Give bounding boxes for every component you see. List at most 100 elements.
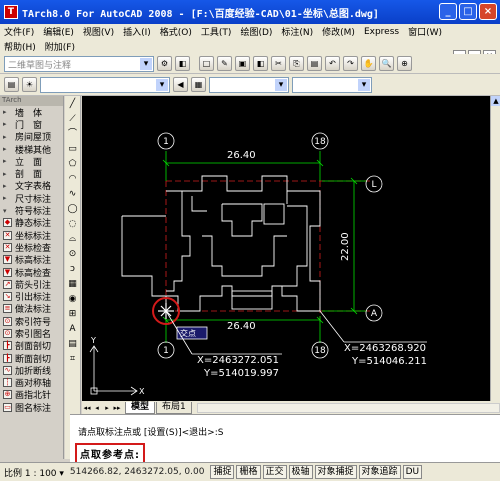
tarch-menu-item[interactable]: ▼ 标高检查 — [0, 266, 63, 279]
tarch-menu-item[interactable]: ⊕ 画指北针 — [0, 389, 63, 401]
status-toggle-button[interactable]: 捕捉 — [210, 465, 235, 479]
draw-tool-icon[interactable]: ▭ — [66, 143, 79, 156]
tarch-menu-item[interactable]: ┆ 画对称轴 — [0, 377, 63, 389]
toolbar-tool-icon[interactable]: ▣ — [235, 56, 250, 71]
menu-item[interactable]: Express — [364, 27, 399, 37]
toolbar-tool-icon[interactable]: ✋ — [361, 56, 376, 71]
toolbar-tool-icon[interactable]: □ — [199, 56, 214, 71]
tarch-menu-item[interactable]: ▸ 尺寸标注 — [0, 192, 63, 205]
tarch-menu-item[interactable]: ↗ 箭头引注 — [0, 278, 63, 291]
draw-tool-icon[interactable]: ╱ — [66, 98, 79, 111]
workspace-combo[interactable]: 二维草图与注释 — [4, 55, 154, 72]
layer-prev-icon[interactable]: ◀ — [173, 77, 188, 92]
gear-icon[interactable]: ⚙ — [157, 56, 172, 71]
layer-combo[interactable] — [40, 76, 170, 93]
tarch-menu-item[interactable]: ▸ 门 窗 — [0, 118, 63, 131]
tarch-menu-item[interactable]: ◆ 静态标注 — [0, 217, 63, 229]
menu-item[interactable]: 帮助(H) — [4, 40, 36, 53]
tab-nav-icon[interactable]: ▸ — [102, 403, 112, 413]
scale-selector[interactable]: 比例 1 : 100 ▾ — [4, 466, 64, 479]
draw-tool-icon[interactable]: ∿ — [66, 188, 79, 201]
menu-item[interactable]: 窗口(W) — [408, 25, 442, 38]
draw-tool-icon[interactable]: ⬠ — [66, 158, 79, 171]
draw-tool-icon[interactable]: ɔ — [66, 263, 79, 276]
menu-item[interactable]: 附加(F) — [45, 40, 75, 53]
draw-tool-icon[interactable]: ◠ — [66, 173, 79, 186]
tarch-menu-item[interactable]: ⊙ 索引符号 — [0, 315, 63, 328]
draw-tool-icon[interactable]: ⊞ — [66, 308, 79, 321]
tarch-menu-item[interactable]: ▼ 标高标注 — [0, 254, 63, 266]
scroll-up-icon[interactable]: ▲ — [491, 96, 500, 106]
menu-item[interactable]: 工具(T) — [201, 25, 232, 38]
toolbar-tool-icon[interactable]: ↶ — [325, 56, 340, 71]
tarch-menu-item[interactable]: ▸ 文字表格 — [0, 180, 63, 193]
tarch-menu-item[interactable]: ▾ 符号标注 — [0, 204, 63, 218]
tarch-menu-item[interactable]: ⊙ 索引图名 — [0, 327, 63, 340]
menu-item[interactable]: 视图(V) — [83, 25, 114, 38]
tab-nav-icon[interactable]: ◂◂ — [82, 403, 92, 413]
draw-tool-icon[interactable]: ◉ — [66, 293, 79, 306]
command-prompt[interactable]: 点取参考点: — [75, 443, 145, 464]
toolbar-tool-icon[interactable]: ⊕ — [397, 56, 412, 71]
menu-item[interactable]: 修改(M) — [322, 25, 355, 38]
tarch-menu-item[interactable]: ┣ 剖面剖切 — [0, 340, 63, 352]
tarch-menu-item[interactable]: ▸ 墙 体 — [0, 106, 63, 119]
status-toggle-button[interactable]: DU — [402, 465, 423, 479]
tarch-menu-item[interactable]: ≡ 做法标注 — [0, 303, 63, 315]
draw-tool-icon[interactable]: ▤ — [66, 338, 79, 351]
menu-item[interactable]: 标注(N) — [281, 25, 313, 38]
layout-tab[interactable]: 布局1 — [156, 401, 192, 414]
menu-item[interactable]: 绘图(D) — [240, 25, 272, 38]
drawing-canvas[interactable]: 1 18 1 18 L A 26.40 26.40 22.00 交点 X=246… — [82, 96, 490, 401]
status-toggle-button[interactable]: 对象捕捉 — [314, 465, 357, 479]
toolbar-tool-icon[interactable]: 🔍 — [379, 56, 394, 71]
tarch-menu-item[interactable]: ▭ 图名标注 — [0, 401, 63, 414]
status-toggle-button[interactable]: 正交 — [262, 465, 287, 479]
maximize-button[interactable]: □ — [459, 3, 477, 20]
bulb-icon[interactable]: ☀ — [22, 77, 37, 92]
draw-tool-icon[interactable]: ⟋ — [66, 113, 79, 126]
tarch-menu-item[interactable]: ✕ 坐标检查 — [0, 241, 63, 254]
draw-tool-icon[interactable]: ⌓ — [66, 233, 79, 246]
toolbar-tool-icon[interactable]: ✂ — [271, 56, 286, 71]
tarch-menu-item[interactable]: ↘ 引出标注 — [0, 290, 63, 303]
draw-tool-icon[interactable]: ⊙ — [66, 248, 79, 261]
tarch-menu-item[interactable]: ∿ 加折断线 — [0, 364, 63, 377]
layer-state-icon[interactable]: ▦ — [191, 77, 206, 92]
draw-tool-icon[interactable]: ⌗ — [66, 353, 79, 366]
tab-nav-icon[interactable]: ▸▸ — [112, 403, 122, 413]
draw-tool-icon[interactable]: ◯ — [66, 203, 79, 216]
tarch-menu-item[interactable]: ▸ 房间屋顶 — [0, 131, 63, 144]
menu-item[interactable]: 插入(I) — [123, 25, 151, 38]
toolbar-tool-icon[interactable]: ◧ — [253, 56, 268, 71]
tarch-menu-item[interactable]: ▸ 楼梯其他 — [0, 143, 63, 156]
tab-nav-icon[interactable]: ◂ — [92, 403, 102, 413]
draw-tool-icon[interactable]: ▦ — [66, 278, 79, 291]
layout-tab[interactable]: 模型 — [125, 401, 156, 414]
status-toggle-button[interactable]: 对象追踪 — [358, 465, 401, 479]
close-button[interactable]: × — [479, 3, 497, 20]
draw-tool-icon[interactable]: ◌ — [66, 218, 79, 231]
vertical-scrollbar[interactable]: ▲ — [490, 96, 500, 401]
menu-item[interactable]: 格式(O) — [160, 25, 192, 38]
tarch-menu-item[interactable]: ▸ 立 面 — [0, 155, 63, 168]
linetype-combo[interactable] — [292, 76, 372, 93]
toolbar-tool-icon[interactable]: ⎘ — [289, 56, 304, 71]
toolbar-tool-icon[interactable]: ↷ — [343, 56, 358, 71]
draw-tool-icon[interactable]: ⌒ — [66, 128, 79, 141]
toolbar-tool-icon[interactable]: ✎ — [217, 56, 232, 71]
tarch-menu-item[interactable]: ▸ 剖 面 — [0, 167, 63, 181]
toolbar-tool-icon[interactable]: ▤ — [307, 56, 322, 71]
color-combo[interactable] — [209, 76, 289, 93]
draw-tool-icon[interactable]: A — [66, 323, 79, 336]
status-toggle-button[interactable]: 栅格 — [236, 465, 261, 479]
status-toggle-button[interactable]: 极轴 — [288, 465, 313, 479]
tarch-menu-item[interactable]: ✕ 坐标标注 — [0, 229, 63, 242]
horizontal-scrollbar[interactable] — [196, 402, 500, 413]
tarch-menu-item[interactable]: ┣ 断面剖切 — [0, 352, 63, 365]
palette-icon[interactable]: ◧ — [175, 56, 190, 71]
menu-item[interactable]: 编辑(E) — [43, 25, 74, 38]
command-window[interactable]: 请点取标注点或 [设置(S)]<退出>:S 点取参考点: — [70, 414, 500, 464]
menu-item[interactable]: 文件(F) — [4, 25, 34, 38]
layer-manager-icon[interactable]: ▤ — [4, 77, 19, 92]
